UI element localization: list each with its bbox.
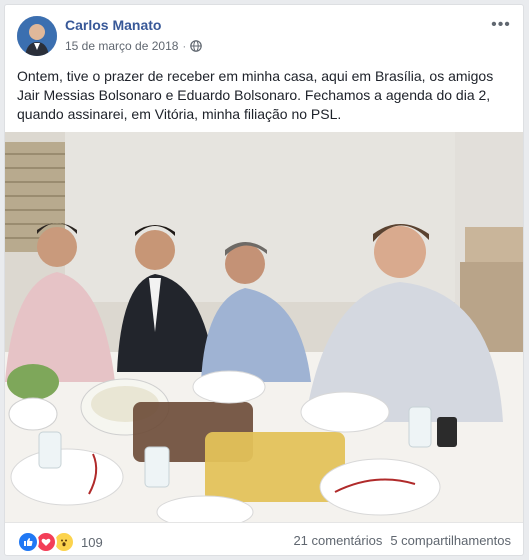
comments-count[interactable]: 21 comentários xyxy=(293,533,382,548)
like-icon xyxy=(17,531,39,553)
shares-count[interactable]: 5 compartilhamentos xyxy=(390,533,511,548)
post-text: Ontem, tive o prazer de receber em minha… xyxy=(17,68,494,122)
ellipsis-icon[interactable]: ••• xyxy=(489,15,513,35)
post-date[interactable]: 15 de março de 2018 xyxy=(65,39,178,53)
post-header: Carlos Manato 15 de março de 2018 · ••• xyxy=(5,5,523,65)
author-avatar[interactable] xyxy=(17,16,57,56)
post-meta: 15 de março de 2018 · xyxy=(65,39,203,53)
facebook-post: Carlos Manato 15 de março de 2018 · ••• … xyxy=(4,4,524,556)
post-photo[interactable] xyxy=(5,132,523,522)
meta-separator: · xyxy=(182,39,187,53)
photo-image xyxy=(5,132,523,522)
post-footer: 109 21 comentários 5 compartilhamentos xyxy=(5,522,523,555)
globe-icon[interactable] xyxy=(190,40,203,52)
avatar-image xyxy=(17,16,57,56)
post-stats: 21 comentários 5 compartilhamentos xyxy=(293,533,511,548)
author-name[interactable]: Carlos Manato xyxy=(65,17,161,33)
reaction-count: 109 xyxy=(81,534,103,550)
reactions-summary[interactable]: 109 xyxy=(17,531,103,553)
